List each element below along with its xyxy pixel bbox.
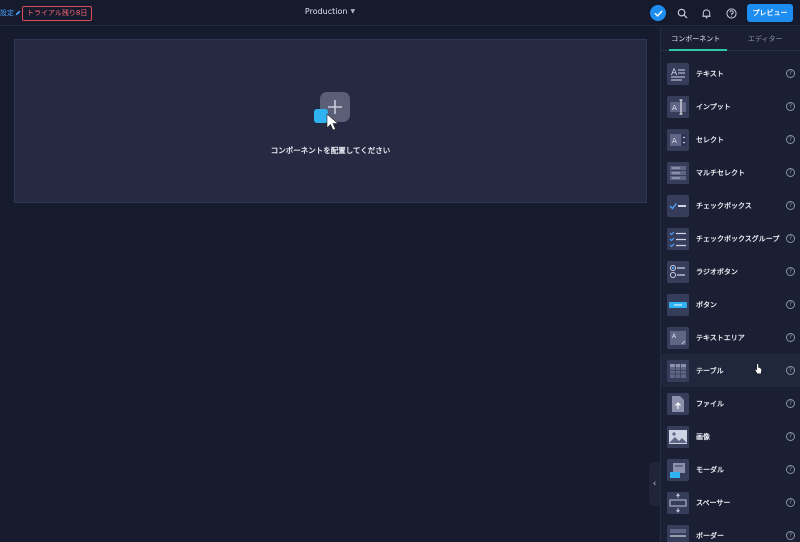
- editor-canvas[interactable]: コンポーネントを配置してください: [0, 27, 660, 542]
- component-item-border[interactable]: ボーダー ?: [661, 519, 800, 542]
- item-label: モーダル: [696, 465, 724, 474]
- tab-editor[interactable]: エディター: [731, 27, 800, 50]
- search-icon: [677, 8, 688, 19]
- item-label: マルチセレクト: [696, 168, 745, 177]
- component-item-file[interactable]: ファイル ?: [661, 387, 800, 420]
- help-icon[interactable]: ?: [786, 465, 795, 474]
- multiselect-icon: [667, 161, 689, 184]
- help-icon[interactable]: ?: [786, 366, 795, 375]
- dropzone-label: コンポーネントを配置してください: [270, 146, 391, 155]
- component-item-table[interactable]: テーブル ?: [661, 354, 800, 387]
- help-icon[interactable]: ?: [786, 498, 795, 507]
- top-bar: 設定 トライアル残り8日 Production ▼ プレビュー: [0, 0, 800, 26]
- settings-link[interactable]: 設定: [0, 8, 21, 18]
- help-icon[interactable]: ?: [786, 69, 795, 78]
- input-icon: A: [667, 95, 689, 118]
- chevron-down-icon: ▼: [350, 8, 356, 15]
- component-item-checkbox[interactable]: チェックボックス ?: [661, 189, 800, 222]
- help-circle-icon: [725, 7, 737, 19]
- component-item-image[interactable]: 画像 ?: [661, 420, 800, 453]
- component-item-button[interactable]: ボタン ?: [661, 288, 800, 321]
- component-item-checkbox-group[interactable]: チェックボックスグループ ?: [661, 222, 800, 255]
- text-icon: A: [667, 62, 689, 85]
- component-list: A テキスト ? A インプット ? A セレクト ? マルチセレクト ? チェ…: [661, 57, 800, 542]
- help-icon[interactable]: ?: [786, 234, 795, 243]
- component-item-multiselect[interactable]: マルチセレクト ?: [661, 156, 800, 189]
- help-icon[interactable]: ?: [786, 102, 795, 111]
- notification-button[interactable]: [699, 6, 713, 20]
- item-label: テキスト: [696, 69, 724, 78]
- panel-collapse-toggle[interactable]: ‹: [649, 462, 660, 506]
- item-label: ボーダー: [696, 531, 724, 540]
- component-item-spacer[interactable]: スペーサー ?: [661, 486, 800, 519]
- help-icon[interactable]: ?: [786, 531, 795, 540]
- check-icon: [654, 10, 662, 17]
- component-item-select[interactable]: A セレクト ?: [661, 123, 800, 156]
- radio-icon: [667, 260, 689, 283]
- svg-text:A: A: [672, 137, 677, 145]
- item-label: ラジオボタン: [696, 267, 738, 276]
- help-icon[interactable]: ?: [786, 168, 795, 177]
- mouse-pointer-icon: [754, 363, 762, 374]
- chevron-left-icon: ‹: [652, 479, 657, 489]
- item-label: チェックボックス: [696, 201, 752, 210]
- component-panel: コンポーネント エディター A テキスト ? A インプット ? A セレクト …: [660, 27, 800, 542]
- select-icon: A: [667, 128, 689, 151]
- help-icon[interactable]: ?: [786, 201, 795, 210]
- component-dropzone[interactable]: コンポーネントを配置してください: [14, 39, 647, 203]
- help-icon[interactable]: ?: [786, 399, 795, 408]
- item-label: セレクト: [696, 135, 724, 144]
- help-icon[interactable]: ?: [786, 333, 795, 342]
- checkbox-group-icon: [667, 227, 689, 250]
- border-icon: [667, 524, 689, 542]
- check-button[interactable]: [650, 5, 666, 21]
- svg-text:A: A: [672, 104, 677, 112]
- textarea-icon: A: [667, 326, 689, 349]
- search-button[interactable]: [675, 6, 689, 20]
- file-icon: [667, 392, 689, 415]
- item-label: テーブル: [696, 366, 724, 375]
- settings-label: 設定: [0, 9, 14, 17]
- help-icon[interactable]: ?: [786, 300, 795, 309]
- component-item-modal[interactable]: モーダル ?: [661, 453, 800, 486]
- item-label: チェックボックスグループ: [696, 234, 780, 243]
- preview-button[interactable]: プレビュー: [747, 4, 793, 22]
- spacer-icon: [667, 491, 689, 514]
- pencil-icon: [15, 10, 21, 16]
- help-icon[interactable]: ?: [786, 267, 795, 276]
- component-item-textarea[interactable]: A テキストエリア ?: [661, 321, 800, 354]
- button-icon: [667, 293, 689, 316]
- item-label: インプット: [696, 102, 731, 111]
- environment-label: Production: [304, 7, 348, 16]
- trial-badge[interactable]: トライアル残り8日: [22, 6, 93, 21]
- panel-tabs: コンポーネント エディター: [661, 27, 800, 51]
- help-icon[interactable]: ?: [786, 135, 795, 144]
- add-component-icon: [314, 92, 350, 130]
- component-item-radio[interactable]: ラジオボタン ?: [661, 255, 800, 288]
- tab-components[interactable]: コンポーネント: [661, 27, 731, 50]
- modal-icon: [667, 458, 689, 481]
- item-label: ファイル: [696, 399, 724, 408]
- checkbox-icon: [667, 194, 689, 217]
- table-icon: [667, 359, 689, 382]
- image-icon: [667, 425, 689, 448]
- help-icon[interactable]: ?: [786, 432, 795, 441]
- help-button[interactable]: [724, 6, 738, 20]
- component-item-text[interactable]: A テキスト ?: [661, 57, 800, 90]
- item-label: ボタン: [696, 300, 717, 309]
- bell-icon: [701, 8, 711, 19]
- environment-select[interactable]: Production ▼: [300, 7, 360, 16]
- item-label: スペーサー: [696, 498, 731, 507]
- item-label: 画像: [696, 432, 710, 441]
- component-item-input[interactable]: A インプット ?: [661, 90, 800, 123]
- item-label: テキストエリア: [696, 333, 745, 342]
- active-tab-indicator: [669, 49, 727, 51]
